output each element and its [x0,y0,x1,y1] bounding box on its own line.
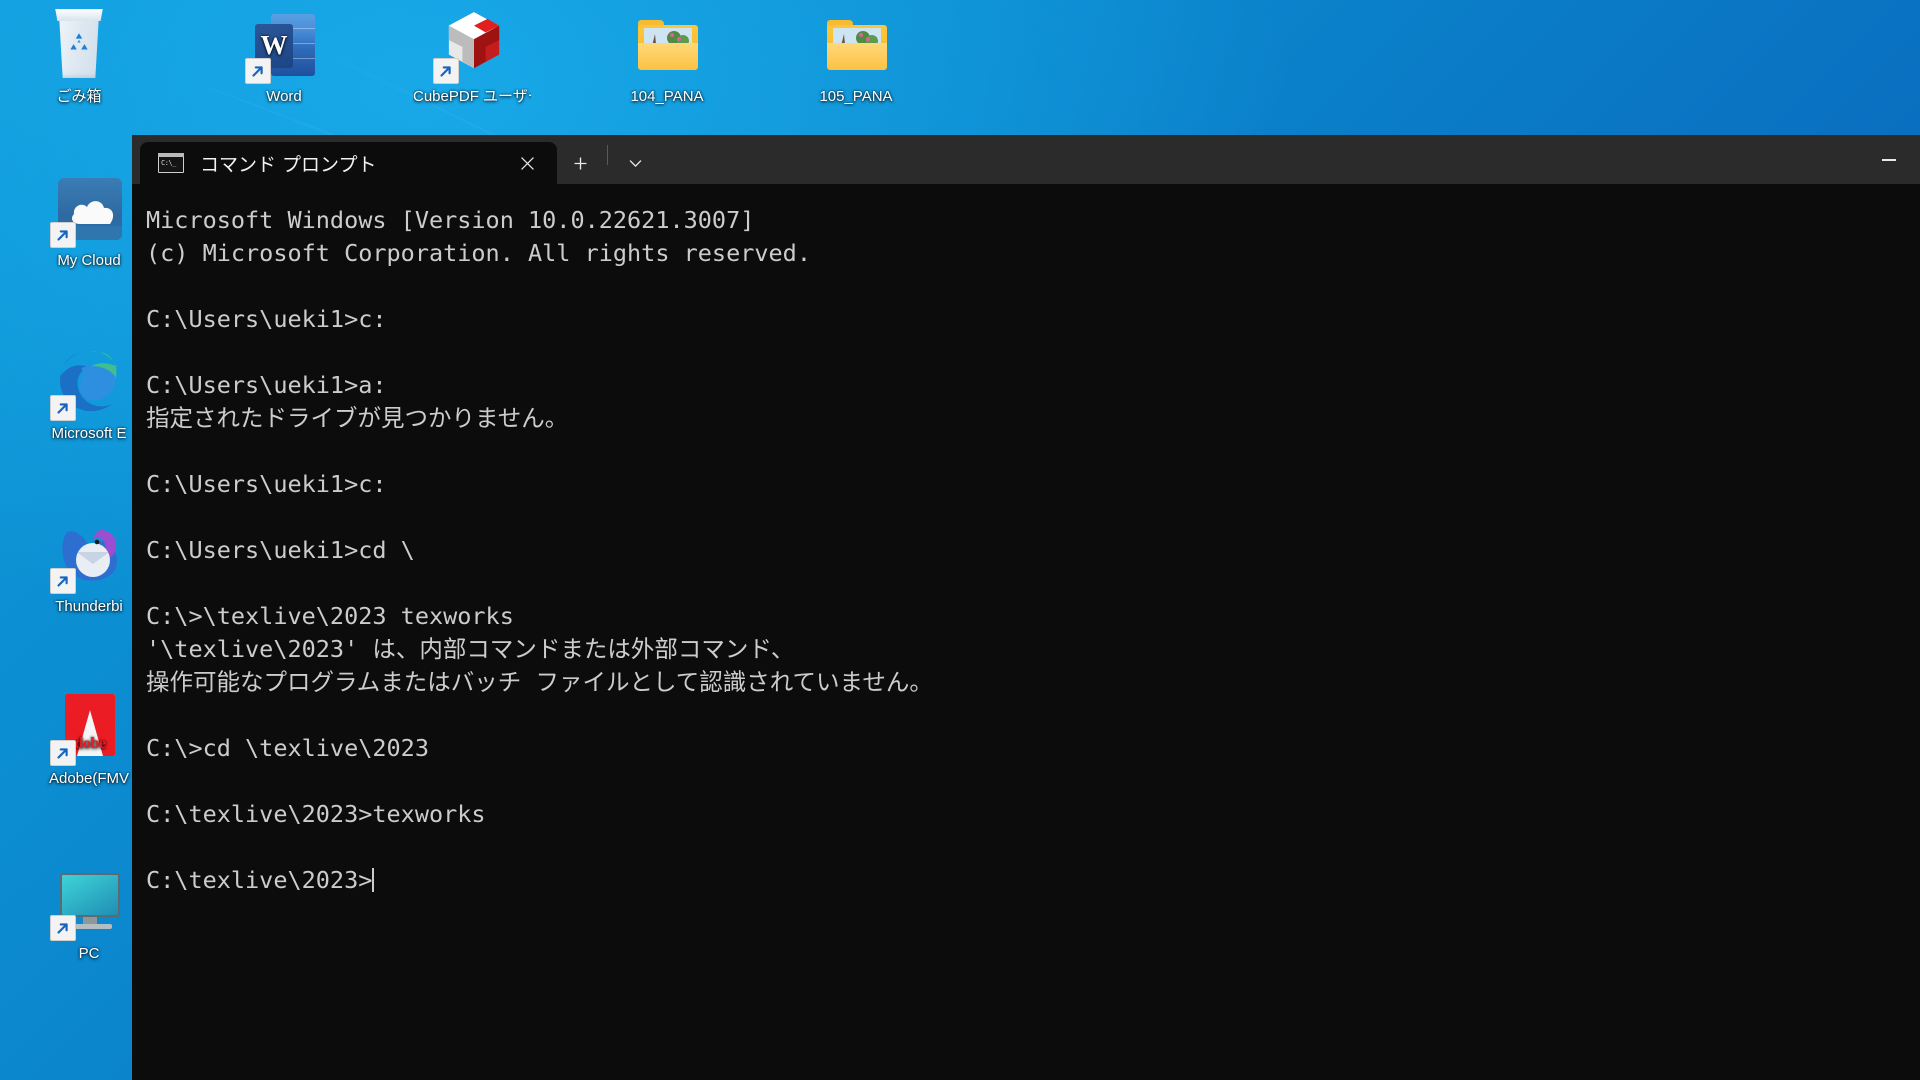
console-line: 操作可能なプログラムまたはバッチ ファイルとして認識されていません。 [146,668,933,696]
desktop-icon-label: CubePDF ユーザーマニ [413,88,531,105]
shortcut-overlay-icon [50,915,76,941]
desktop-icon-word[interactable]: W Word [225,8,343,107]
shortcut-overlay-icon [50,395,76,421]
toolbar-divider [607,144,608,165]
desktop-icon-label: 104_PANA [630,88,704,105]
minimize-icon [1882,158,1896,161]
microsoft-edge-icon [50,345,126,421]
console-line: 指定されたドライブが見つかりません。 [146,404,569,432]
pc-icon [50,865,126,941]
desktop-icon-thunderbird[interactable]: Thunderbi [30,518,148,617]
shortcut-overlay-icon [50,222,76,248]
console-line: C:\Users\ueki1>a: [146,371,387,399]
console-line: C:\Users\ueki1>c: [146,470,387,498]
console-output[interactable]: Microsoft Windows [Version 10.0.22621.30… [132,184,1920,897]
desktop-icon-label: Word [266,88,302,105]
shortcut-overlay-icon [50,568,76,594]
console-line: Microsoft Windows [Version 10.0.22621.30… [146,206,755,234]
desktop-icon-label: 105_PANA [819,88,893,105]
command-prompt-icon-text: C:\_ [161,159,176,167]
desktop-icon-microsoft-edge[interactable]: Microsoft E [30,345,148,444]
folder-104-icon [630,8,704,82]
desktop-icon-my-cloud[interactable]: My Cloud [30,172,148,271]
console-line: C:\Users\ueki1>cd \ [146,536,415,564]
console-line: C:\texlive\2023> [146,866,375,894]
my-cloud-icon [50,172,126,248]
console-line: C:\texlive\2023>texworks [146,800,486,828]
desktop-icon-label: My Cloud [57,252,121,269]
desktop-icon-adobe-fmv[interactable]: dobe Adobe(FMV [30,690,148,789]
folder-art [638,20,698,70]
terminal-tab-label: コマンド プロンプト [200,153,377,176]
console-line: C:\>\texlive\2023 texworks [146,602,514,630]
desktop-icon-label: Thunderbi [55,598,123,615]
thunderbird-icon [50,518,126,594]
minimize-button[interactable] [1858,135,1920,184]
desktop-icon-cubepdf[interactable]: CubePDF ユーザーマニ [413,8,531,107]
desktop-icon-label: Adobe(FMV [48,770,130,787]
terminal-tab-command-prompt[interactable]: C:\_ コマンド プロンプト [140,142,557,184]
desktop-icon-recycle-bin[interactable]: ごみ箱 [20,8,138,107]
command-prompt-icon: C:\_ [158,153,184,173]
folder-art [827,20,887,70]
new-tab-button[interactable] [557,142,603,184]
terminal-titlebar[interactable]: C:\_ コマンド プロンプト [132,135,1920,184]
recycle-symbol [70,33,88,50]
command-prompt-window[interactable]: C:\_ コマンド プロンプト Microsoft Windows [Versi… [132,135,1920,1080]
recycle-bin-icon [42,8,116,82]
desktop-icon-folder-105[interactable]: 105_PANA [797,8,915,107]
folder-105-icon [819,8,893,82]
shortcut-overlay-icon [50,740,76,766]
desktop-icon-label: ごみ箱 [56,88,102,105]
console-line: '\texlive\2023' は、内部コマンドまたは外部コマンド、 [146,635,795,663]
shortcut-overlay-icon [433,58,459,84]
console-line: C:\Users\ueki1>c: [146,305,387,333]
text-caret [372,868,375,892]
console-line: (c) Microsoft Corporation. All rights re… [146,239,811,267]
desktop-icon-label: PC [78,945,100,962]
cubepdf-icon [433,8,509,84]
console-line: C:\>cd \texlive\2023 [146,734,429,762]
desktop-icon-pc[interactable]: PC [30,865,148,964]
monitor-art [60,873,120,917]
word-icon: W [245,8,321,84]
adobe-fmv-icon: dobe [50,690,126,766]
close-icon[interactable] [511,147,543,179]
chevron-down-icon[interactable] [612,142,658,184]
desktop-icon-folder-104[interactable]: 104_PANA [608,8,726,107]
shortcut-overlay-icon [245,58,271,84]
desktop-icon-label: Microsoft E [51,425,127,442]
